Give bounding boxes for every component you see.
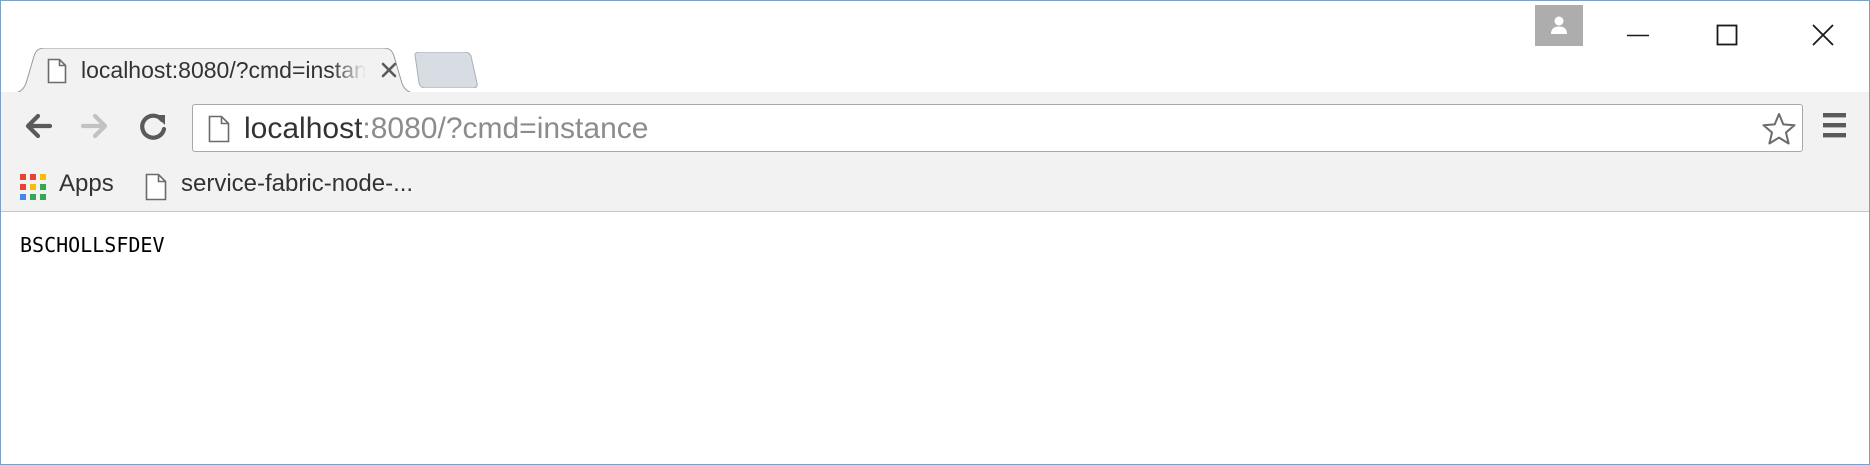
page-icon — [145, 173, 167, 201]
apps-grid-icon — [20, 174, 46, 200]
star-outline-icon — [1762, 113, 1796, 145]
forward-button[interactable] — [73, 104, 117, 148]
new-tab-button[interactable] — [411, 51, 479, 89]
profile-button[interactable] — [1535, 5, 1583, 46]
minimize-button[interactable] — [1598, 5, 1686, 65]
bookmark-service-fabric[interactable]: service-fabric-node-... — [139, 166, 419, 202]
close-icon — [1812, 24, 1834, 46]
maximize-button[interactable] — [1687, 5, 1775, 65]
page-body-text: BSCHOLLSFDEV — [20, 233, 165, 257]
maximize-icon — [1716, 24, 1738, 46]
arrow-left-icon — [25, 113, 53, 139]
page-content: BSCHOLLSFDEV — [1, 212, 1869, 464]
bookmark-service-fabric-label: service-fabric-node-... — [181, 170, 414, 197]
url-host: localhost — [244, 112, 363, 145]
back-button[interactable] — [17, 104, 61, 148]
close-tab-icon[interactable] — [378, 59, 400, 81]
person-icon — [1551, 16, 1567, 34]
close-window-button[interactable] — [1779, 5, 1867, 65]
reload-button[interactable] — [131, 104, 175, 148]
hamburger-menu-icon — [1823, 113, 1846, 138]
reload-icon — [140, 113, 167, 140]
page-icon — [208, 115, 230, 143]
menu-button[interactable] — [1813, 104, 1857, 148]
url-path: :8080/?cmd=instance — [362, 112, 649, 145]
bookmarks-bar: Apps service-fabric-node-... — [1, 159, 1869, 212]
bookmark-apps-label: Apps — [59, 170, 114, 197]
url-text[interactable]: localhost:8080/?cmd=instance — [244, 113, 648, 145]
bookmark-star-button[interactable] — [1761, 111, 1797, 147]
active-tab[interactable]: localhost:8080/?cmd=instance — [13, 48, 415, 93]
tab-title: localhost:8080/?cmd=instance — [81, 57, 366, 83]
title-bar: localhost:8080/?cmd=instance — [1, 1, 1869, 93]
browser-window: localhost:8080/?cmd=instance localhost:8… — [0, 0, 1870, 465]
bookmark-apps[interactable]: Apps — [13, 166, 121, 202]
navigation-toolbar: localhost:8080/?cmd=instance — [1, 92, 1869, 159]
arrow-right-icon — [80, 113, 108, 139]
page-icon — [47, 58, 67, 84]
address-bar[interactable]: localhost:8080/?cmd=instance — [192, 104, 1803, 152]
minimize-icon — [1627, 34, 1649, 37]
